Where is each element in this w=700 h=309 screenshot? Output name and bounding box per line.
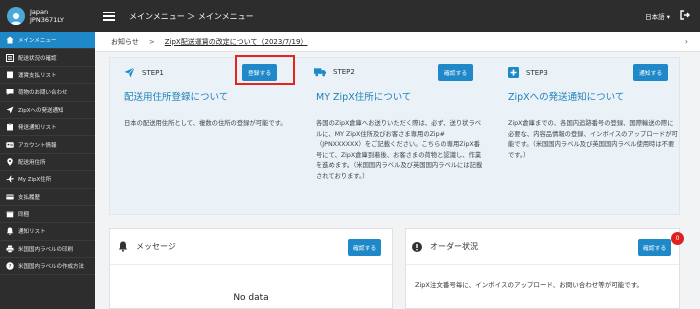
step-3: STEP3 通知する ZipXへの発送通知について ZipX倉庫までの、各国内追…	[490, 58, 680, 216]
sidebar-item-label: 同梱	[18, 212, 30, 219]
list-icon	[5, 53, 14, 62]
step-number: STEP3	[526, 68, 548, 77]
order-description: ZipX注文番号毎に、インボイスのアップロード、お問い合わせ等が可能です。	[415, 281, 644, 289]
card-title: オーダー状況	[430, 242, 478, 251]
receipt-icon	[5, 70, 14, 79]
send-icon	[124, 67, 135, 78]
pin-icon	[5, 157, 14, 166]
sidebar-item-label: 荷物のお問い合わせ	[18, 90, 68, 97]
truck-icon	[314, 68, 326, 77]
message-card: メッセージ 確認する No data	[109, 228, 393, 309]
sidebar-item[interactable]: ? 米国国内ラベルの作成方法	[0, 258, 95, 276]
sidebar-item-label: 米国国内ラベルの作成方法	[18, 264, 85, 271]
sidebar-item[interactable]: 通知リスト	[0, 223, 95, 241]
step-title: ZipXへの発送通知について	[508, 92, 625, 103]
sidebar-item[interactable]: 同梱	[0, 206, 95, 224]
box-icon	[5, 210, 14, 219]
steps-panel: STEP1 登録する 配送用住所登録について 日本の配送用住所として、複数の住所…	[109, 55, 680, 216]
notice-bar: お知らせ > ZipX配送運賃の改定について（2023/7/19） ›	[95, 32, 700, 52]
help-icon: ?	[5, 262, 14, 271]
sidebar-item[interactable]: 米国国内ラベルの印刷	[0, 241, 95, 259]
sidebar-item-label: メインメニュー	[18, 38, 57, 45]
sidebar-item-label: 支払履歴	[18, 194, 41, 201]
notify-button[interactable]: 通知する	[633, 64, 669, 81]
step-2: STEP2 確認する MY ZipX住所について 各国のZipX倉庫へお送りいた…	[300, 58, 490, 216]
user-id: JPN3671LY	[30, 16, 64, 24]
sidebar-item-label: My ZipX住所	[18, 177, 52, 184]
sidebar: Japan JPN3671LY メインメニュー 配送状況の確認 運賃支払リスト荷物の…	[0, 0, 95, 309]
sidebar-item[interactable]: 運賃支払リスト	[0, 67, 95, 85]
bell-icon	[118, 241, 128, 252]
step-number: STEP1	[142, 68, 164, 77]
sidebar-item-label: 通知リスト	[18, 229, 46, 236]
bell-icon	[5, 227, 14, 236]
message-confirm-button[interactable]: 確認する	[348, 239, 382, 256]
sidebar-item[interactable]: My ZipX住所	[0, 171, 95, 189]
sidebar-item[interactable]: メインメニュー	[0, 32, 95, 50]
sidebar-item-label: 米国国内ラベルの印刷	[18, 246, 74, 253]
logout-icon[interactable]	[680, 10, 690, 20]
order-card: オーダー状況 確認する 0 ZipX注文番号毎に、インボイスのアップロード、お問…	[405, 228, 684, 309]
clipboard-icon	[5, 123, 14, 132]
sidebar-item[interactable]: 荷物のお問い合わせ	[0, 84, 95, 102]
chat-icon	[5, 88, 14, 97]
empty-state: No data	[233, 293, 269, 303]
highlight-box	[235, 55, 295, 85]
breadcrumb: メインメニュー ＞ メインメニュー	[129, 11, 254, 21]
printer-icon	[5, 244, 14, 253]
step-title: 配送用住所登録について	[124, 92, 229, 103]
chevron-right-icon[interactable]: ›	[685, 37, 688, 46]
svg-text:?: ?	[8, 264, 11, 270]
step-description: 日本の配送用住所として、複数の住所の登録が可能です。	[124, 120, 287, 127]
confirm-button[interactable]: 確認する	[438, 64, 474, 81]
sidebar-item[interactable]: 配送状況の確認	[0, 49, 95, 67]
order-confirm-button[interactable]: 確認する	[638, 239, 672, 256]
user-block: Japan JPN3671LY	[0, 0, 95, 32]
notification-badge: 0	[671, 232, 684, 245]
sidebar-item[interactable]: 支払履歴	[0, 189, 95, 206]
sidebar-item-label: ZipXへの発送通知	[18, 107, 64, 114]
notice-label: お知らせ	[111, 37, 139, 46]
sidebar-item[interactable]: 発送通知リスト	[0, 119, 95, 137]
sidebar-item-label: 発送通知リスト	[18, 125, 57, 132]
card-icon	[5, 192, 14, 201]
sidebar-item-label: アカウント情報	[18, 142, 57, 149]
user-country: Japan	[30, 8, 49, 16]
notice-separator: >	[148, 37, 155, 46]
sidebar-item-label: 配送用住所	[18, 159, 46, 166]
avatar	[7, 7, 25, 25]
plane-icon	[5, 175, 14, 184]
step-description: 各国のZipX倉庫へお送りいただく際は、必ず、送り状ラベルに、MY ZipX住所…	[316, 120, 483, 180]
step-number: STEP2	[333, 68, 355, 76]
language-select[interactable]: 日本語 ▾	[645, 11, 670, 21]
sidebar-item[interactable]: ZipXへの発送通知	[0, 102, 95, 119]
plus-square-icon	[508, 67, 519, 78]
home-icon	[5, 36, 14, 45]
sidebar-item[interactable]: アカウント情報	[0, 136, 95, 154]
hamburger-menu-icon[interactable]	[103, 11, 115, 21]
alert-icon	[412, 241, 422, 252]
step-description: ZipX倉庫までの、各国内追跡番号の登録、国際輸送の際に必要な、内容品情報の登録…	[508, 120, 678, 159]
notice-link[interactable]: ZipX配送運賃の改定について（2023/7/19）	[165, 37, 308, 47]
sidebar-item[interactable]: 配送用住所	[0, 154, 95, 172]
topbar: メインメニュー ＞ メインメニュー 日本語 ▾	[95, 0, 700, 32]
step-title: MY ZipX住所について	[316, 92, 412, 103]
card-title: メッセージ	[136, 242, 176, 251]
sidebar-item-label: 運賃支払リスト	[18, 72, 57, 79]
sidebar-item-label: 配送状況の確認	[18, 55, 57, 62]
send-icon	[5, 105, 14, 114]
id-card-icon	[5, 140, 14, 149]
